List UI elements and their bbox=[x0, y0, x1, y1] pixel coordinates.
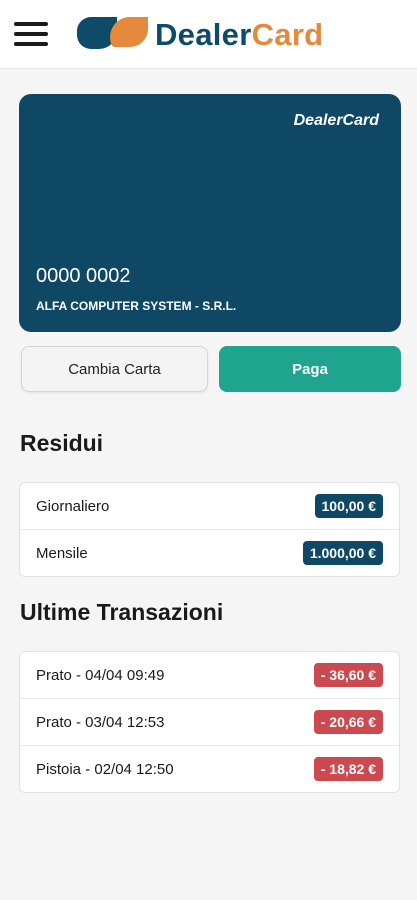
residui-list: Giornaliero 100,00 € Mensile 1.000,00 € bbox=[19, 482, 400, 577]
card-number: 0000 0002 bbox=[36, 265, 131, 287]
app-header: DealerCard bbox=[0, 0, 417, 69]
hamburger-menu-icon[interactable] bbox=[14, 20, 48, 48]
transaction-label: Prato - 04/04 09:49 bbox=[36, 666, 165, 684]
brand-name-dealer: Dealer bbox=[155, 17, 252, 52]
transaction-row[interactable]: Prato - 03/04 12:53 - 20,66 € bbox=[20, 699, 399, 746]
card-brand: DealerCard bbox=[293, 112, 379, 129]
transaction-row[interactable]: Pistoia - 02/04 12:50 - 18,82 € bbox=[20, 746, 399, 792]
brand-name-card: Card bbox=[251, 17, 324, 52]
transactions-list: Prato - 04/04 09:49 - 36,60 € Prato - 03… bbox=[19, 651, 400, 793]
dealercard-logo-icon bbox=[77, 17, 148, 49]
change-card-button[interactable]: Cambia Carta bbox=[21, 346, 208, 392]
pay-button[interactable]: Paga bbox=[219, 346, 401, 392]
transaction-label: Pistoia - 02/04 12:50 bbox=[36, 760, 174, 778]
transaction-amount-badge: - 20,66 € bbox=[313, 710, 383, 734]
transaction-row[interactable]: Prato - 04/04 09:49 - 36,60 € bbox=[20, 652, 399, 699]
transaction-amount-badge: - 18,82 € bbox=[313, 757, 383, 781]
transaction-amount-badge: - 36,60 € bbox=[313, 663, 383, 687]
brand-name: DealerCard bbox=[155, 15, 323, 55]
dealer-card: DealerCard 0000 0002 ALFA COMPUTER SYSTE… bbox=[19, 94, 401, 332]
residui-row-label: Giornaliero bbox=[36, 497, 110, 515]
residui-row-giornaliero: Giornaliero 100,00 € bbox=[20, 483, 399, 530]
card-holder: ALFA COMPUTER SYSTEM - S.R.L. bbox=[36, 299, 237, 313]
transaction-label: Prato - 03/04 12:53 bbox=[36, 713, 165, 731]
residui-value-badge: 1.000,00 € bbox=[302, 541, 383, 565]
residui-row-mensile: Mensile 1.000,00 € bbox=[20, 530, 399, 576]
transactions-title: Ultime Transazioni bbox=[20, 599, 224, 625]
residui-value-badge: 100,00 € bbox=[314, 494, 383, 518]
residui-title: Residui bbox=[20, 430, 104, 456]
residui-row-label: Mensile bbox=[36, 544, 88, 562]
